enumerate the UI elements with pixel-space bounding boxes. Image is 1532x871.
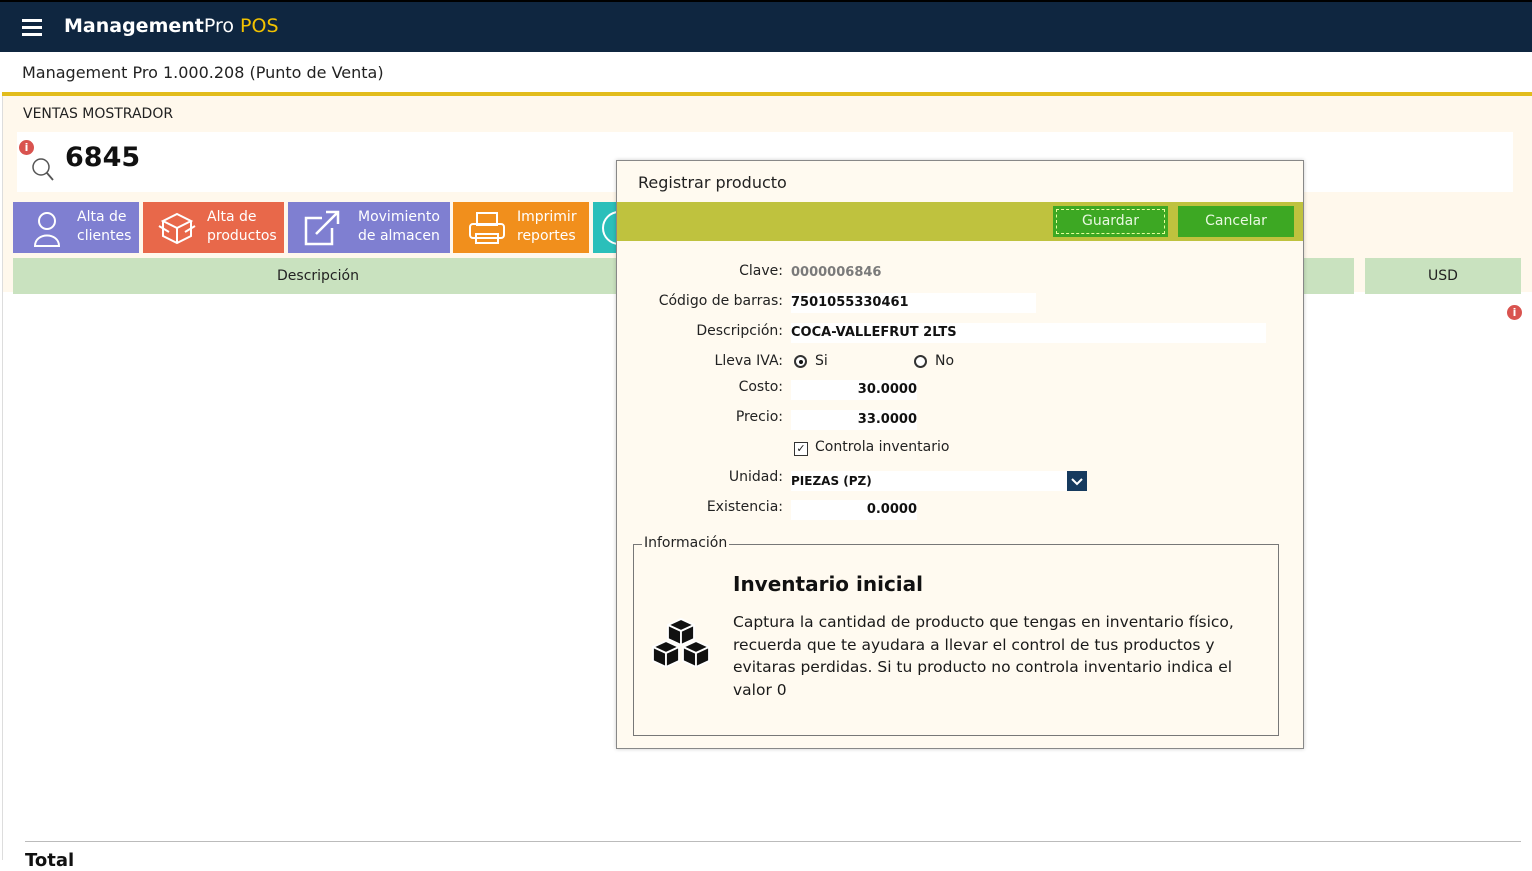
search-input[interactable]: 6845 bbox=[65, 142, 140, 173]
info-legend: Información bbox=[642, 535, 730, 551]
stock-input[interactable]: 0.0000 bbox=[791, 500, 917, 520]
section-title: VENTAS MOSTRADOR bbox=[23, 106, 174, 122]
column-header-partial[interactable] bbox=[1303, 258, 1354, 294]
info-panel: Información Inventario inicial Captura l… bbox=[633, 535, 1279, 736]
iva-yes-label[interactable]: Si bbox=[815, 353, 828, 369]
iva-label: Lleva IVA: bbox=[714, 353, 783, 369]
description-label: Descripción: bbox=[696, 323, 783, 339]
column-header-usd[interactable]: USD bbox=[1365, 258, 1521, 294]
dialog-toolbar: Guardar Cancelar bbox=[617, 202, 1303, 241]
brand-bold: Management bbox=[64, 15, 204, 37]
tile-alta-clientes[interactable]: Alta de clientes bbox=[13, 202, 139, 253]
barcode-label: Código de barras: bbox=[658, 293, 783, 309]
external-link-icon bbox=[304, 210, 340, 246]
brand-regular: Pro bbox=[203, 15, 235, 37]
tile-label: Alta de clientes bbox=[77, 209, 132, 244]
barcode-input[interactable]: 7501055330461 bbox=[791, 293, 1036, 313]
brand-accent: POS bbox=[234, 15, 279, 37]
tile-movimiento-almacen[interactable]: Movimiento de almacen bbox=[288, 202, 450, 253]
register-product-dialog: Registrar producto Guardar Cancelar Clav… bbox=[616, 160, 1304, 749]
cost-input[interactable]: 30.0000 bbox=[791, 380, 917, 400]
app-brand: ManagementPro POS bbox=[64, 15, 279, 37]
info-heading: Inventario inicial bbox=[733, 572, 924, 596]
price-label: Precio: bbox=[735, 409, 783, 425]
divider bbox=[25, 841, 1521, 842]
box-icon bbox=[158, 212, 196, 245]
app-header: ManagementPro POS bbox=[0, 0, 1532, 52]
tile-imprimir-reportes[interactable]: Imprimir reportes bbox=[453, 202, 589, 253]
column-header-descripcion[interactable]: Descripción bbox=[13, 258, 623, 294]
tile-alta-productos[interactable]: Alta de productos bbox=[143, 202, 284, 253]
inventory-control-label[interactable]: Controla inventario bbox=[815, 439, 949, 455]
cubes-icon bbox=[652, 618, 710, 668]
info-body: Captura la cantidad de producto que teng… bbox=[733, 613, 1234, 699]
unit-select[interactable]: PIEZAS (PZ) bbox=[791, 471, 1087, 491]
clave-value: 0000006846 bbox=[791, 265, 882, 280]
chevron-down-icon[interactable] bbox=[1067, 471, 1087, 491]
info-icon[interactable]: i bbox=[19, 140, 34, 155]
iva-no-label[interactable]: No bbox=[935, 353, 954, 369]
iva-yes-radio[interactable] bbox=[794, 355, 807, 368]
cancel-button[interactable]: Cancelar bbox=[1178, 206, 1294, 237]
dialog-title: Registrar producto bbox=[638, 173, 787, 192]
info-icon[interactable]: i bbox=[1507, 305, 1522, 320]
total-label: Total bbox=[25, 850, 75, 871]
version-bar: Management Pro 1.000.208 (Punto de Venta… bbox=[2, 52, 1532, 96]
stock-label: Existencia: bbox=[706, 499, 783, 515]
unit-label: Unidad: bbox=[728, 469, 783, 485]
printer-icon bbox=[469, 212, 505, 244]
tile-label: Movimiento de almacen bbox=[358, 209, 440, 244]
user-icon bbox=[33, 212, 61, 247]
menu-icon[interactable] bbox=[22, 19, 42, 37]
tile-label: Alta de productos bbox=[207, 209, 277, 244]
search-icon[interactable] bbox=[31, 156, 55, 182]
version-text: Management Pro 1.000.208 (Punto de Venta… bbox=[22, 63, 384, 82]
description-input[interactable]: COCA-VALLEFRUT 2LTS bbox=[791, 323, 1266, 343]
inventory-control-checkbox[interactable]: ✓ bbox=[794, 442, 808, 456]
tile-label: Imprimir reportes bbox=[517, 209, 577, 244]
iva-no-radio[interactable] bbox=[914, 355, 927, 368]
clave-label: Clave: bbox=[739, 263, 783, 279]
save-button[interactable]: Guardar bbox=[1053, 206, 1168, 237]
price-input[interactable]: 33.0000 bbox=[791, 410, 917, 430]
cost-label: Costo: bbox=[738, 379, 783, 395]
